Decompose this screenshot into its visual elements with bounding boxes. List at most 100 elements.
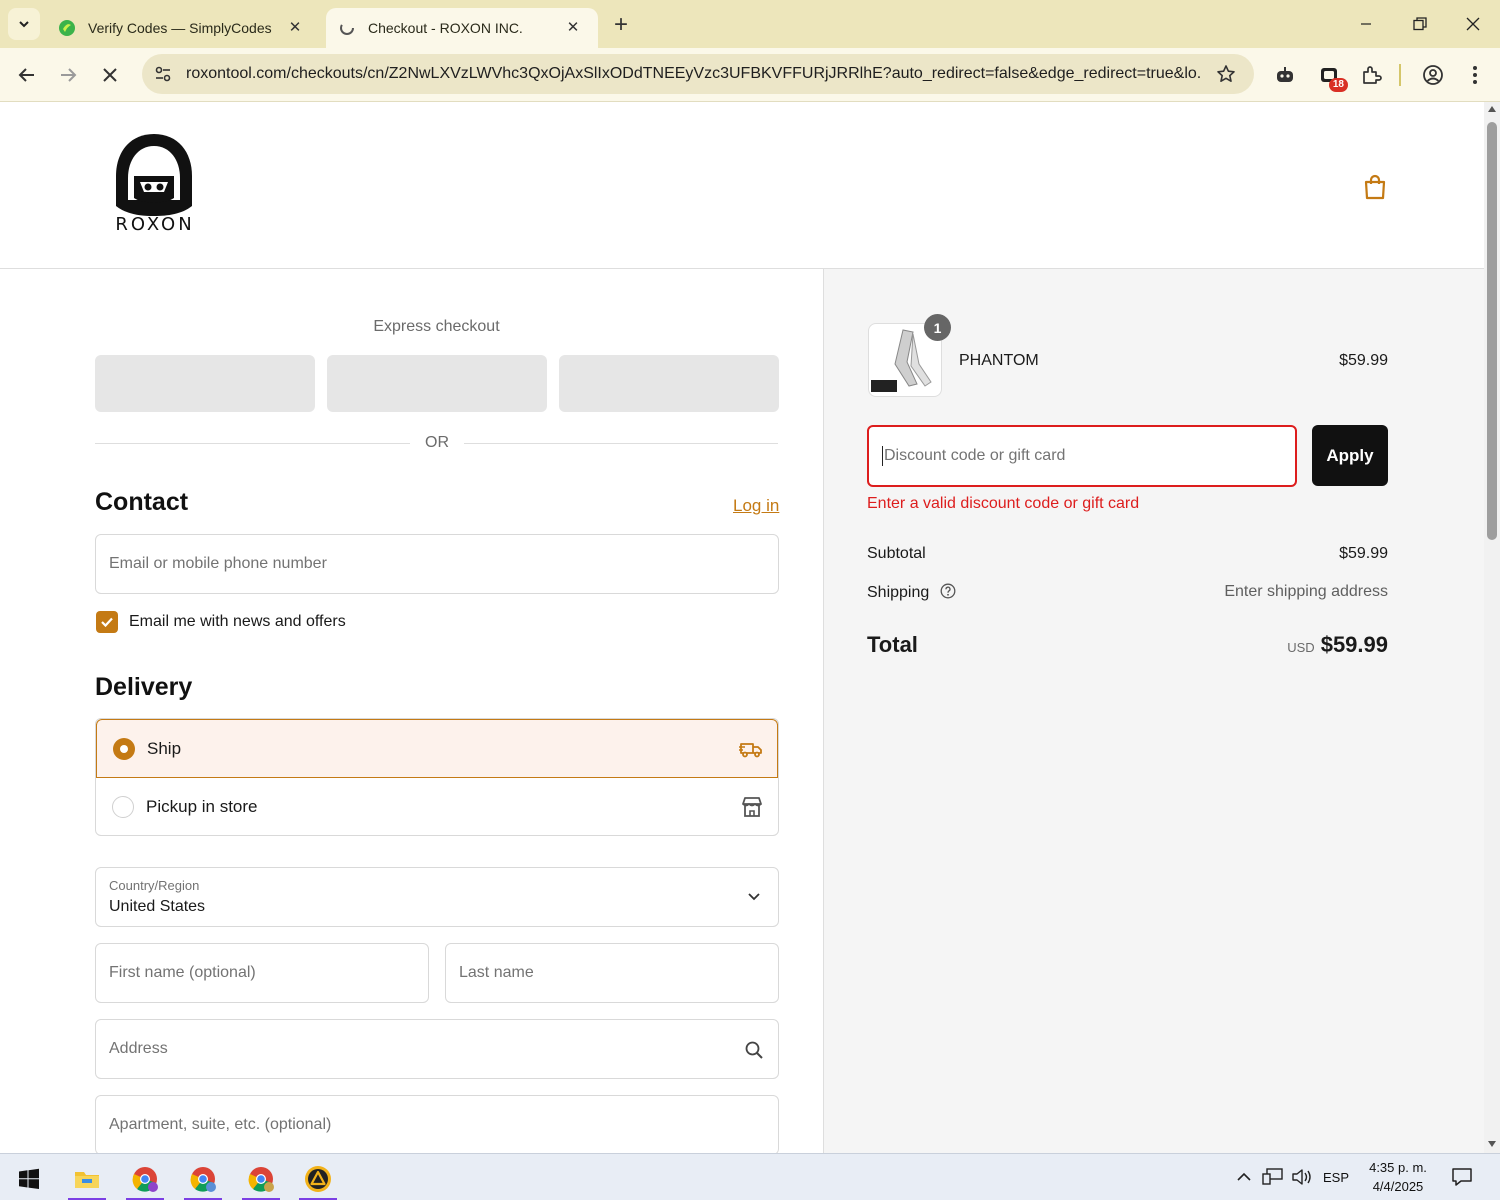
apply-discount-button[interactable]: Apply: [1312, 425, 1388, 486]
store-icon: [740, 795, 764, 819]
help-icon[interactable]: [940, 583, 956, 599]
newsletter-checkbox[interactable]: [96, 611, 118, 633]
pickup-radio[interactable]: [112, 796, 134, 818]
contact-title: Contact: [95, 488, 189, 516]
forward-icon[interactable]: [51, 58, 85, 92]
login-link[interactable]: Log in: [733, 496, 779, 516]
roxon-logo[interactable]: ROXON: [96, 130, 212, 240]
windows-start-icon[interactable]: [6, 1160, 52, 1198]
or-label: OR: [410, 434, 464, 452]
shipping-row: Shipping Enter shipping address: [867, 583, 1388, 602]
express-checkout-title: Express checkout: [373, 318, 500, 335]
ship-label: Ship: [147, 739, 182, 758]
chevron-down-icon: [19, 21, 29, 28]
delivery-method-group: Ship Pickup in store: [95, 718, 779, 836]
browser-menu-icon[interactable]: [1460, 60, 1490, 90]
truck-icon: [739, 737, 763, 761]
last-name-placeholder: Last name: [459, 964, 534, 981]
country-select[interactable]: Country/Region United States: [95, 867, 779, 927]
first-name-placeholder: First name (optional): [109, 964, 256, 981]
notifications-icon[interactable]: [1448, 1164, 1476, 1190]
bookmark-star-icon[interactable]: [1214, 62, 1238, 86]
logo-wordmark: ROXON: [115, 214, 195, 235]
subtotal-value: $59.99: [1339, 545, 1388, 562]
network-icon[interactable]: [1260, 1164, 1286, 1190]
email-field[interactable]: Email or mobile phone number: [95, 534, 779, 594]
close-tab-icon[interactable]: ✕: [562, 16, 584, 38]
restore-icon[interactable]: [1400, 8, 1440, 40]
clock-date: 4/4/2025: [1372, 1179, 1424, 1194]
order-summary-panel: [823, 269, 1484, 1153]
tab-simplycodes[interactable]: Verify Codes — SimplyCodes ✕: [48, 8, 320, 48]
chrome-profile-icon[interactable]: [180, 1160, 226, 1200]
volume-icon[interactable]: [1290, 1164, 1314, 1190]
stop-loading-icon[interactable]: [93, 58, 127, 92]
express-pay-button-1[interactable]: [95, 355, 315, 412]
scroll-down-arrow-icon[interactable]: [1488, 1141, 1496, 1147]
new-tab-icon[interactable]: +: [606, 10, 636, 40]
checkmark-icon: [101, 617, 113, 628]
total-label: Total: [867, 632, 918, 657]
delivery-option-ship[interactable]: Ship: [96, 719, 778, 778]
last-name-field[interactable]: Last name: [445, 943, 779, 1003]
extension-robot-icon[interactable]: [1270, 60, 1300, 90]
simplycodes-favicon-icon: [58, 19, 76, 37]
text-caret: [882, 446, 883, 466]
extension-badge-icon[interactable]: 18: [1314, 60, 1348, 92]
loading-favicon-icon: [338, 19, 356, 37]
language-indicator[interactable]: ESP: [1318, 1164, 1354, 1190]
chrome-profile-2-icon[interactable]: [238, 1160, 284, 1200]
shipping-label: Shipping: [867, 584, 930, 601]
store-header: ROXON: [0, 102, 1484, 269]
address-field[interactable]: Address: [95, 1019, 779, 1079]
extensions-puzzle-icon[interactable]: [1356, 60, 1386, 90]
first-name-field[interactable]: First name (optional): [95, 943, 429, 1003]
delivery-title: Delivery: [95, 673, 193, 701]
shipping-value: Enter shipping address: [1224, 583, 1388, 600]
total-currency: USD: [1287, 640, 1315, 655]
address-placeholder: Address: [109, 1040, 168, 1057]
product-name: PHANTOM: [959, 352, 1039, 369]
scroll-thumb[interactable]: [1487, 122, 1497, 540]
total-value: $59.99: [1320, 632, 1388, 657]
express-pay-button-3[interactable]: [559, 355, 779, 412]
discount-error-message: Enter a valid discount code or gift card: [867, 495, 1140, 512]
windows-taskbar: ESP 4:35 p. m. 4/4/2025: [0, 1153, 1500, 1200]
url-text: roxontool.com/checkouts/cn/Z2NwLXVzLWVhc…: [186, 65, 1202, 82]
subtotal-row: Subtotal $59.99: [867, 545, 1388, 563]
apartment-field[interactable]: Apartment, suite, etc. (optional): [95, 1095, 779, 1153]
product-price: $59.99: [1339, 352, 1388, 369]
newsletter-label: Email me with news and offers: [129, 613, 346, 630]
address-bar[interactable]: roxontool.com/checkouts/cn/Z2NwLXVzLWVhc…: [142, 54, 1254, 94]
app-triangle-icon[interactable]: [295, 1160, 341, 1200]
clock-time: 4:35 p. m.: [1369, 1160, 1427, 1175]
file-explorer-icon[interactable]: [64, 1160, 110, 1200]
express-pay-button-2[interactable]: [327, 355, 547, 412]
tab-search-button[interactable]: [8, 8, 40, 40]
search-icon: [745, 1041, 763, 1059]
checkout-page: ROXON Express checkout OR Contact Log in…: [0, 102, 1484, 1153]
system-clock[interactable]: 4:35 p. m. 4/4/2025: [1362, 1158, 1434, 1196]
country-label: Country/Region: [109, 878, 200, 893]
back-icon[interactable]: [10, 58, 44, 92]
chrome-icon[interactable]: [122, 1160, 168, 1200]
discount-code-input[interactable]: Discount code or gift card: [867, 425, 1297, 487]
toolbar-divider: [1399, 64, 1401, 86]
site-settings-icon[interactable]: [146, 57, 180, 91]
minimize-icon[interactable]: [1346, 8, 1386, 40]
delivery-option-pickup[interactable]: Pickup in store: [96, 778, 778, 835]
browser-tab-bar: Verify Codes — SimplyCodes ✕ Checkout - …: [0, 0, 1500, 48]
cart-bag-icon[interactable]: [1360, 172, 1390, 202]
tab-checkout[interactable]: Checkout - ROXON INC. ✕: [326, 8, 598, 48]
ship-radio[interactable]: [113, 738, 135, 760]
browser-toolbar: roxontool.com/checkouts/cn/Z2NwLXVzLWVhc…: [0, 48, 1500, 102]
scroll-up-arrow-icon[interactable]: [1488, 106, 1496, 112]
profile-icon[interactable]: [1418, 60, 1448, 90]
page-scrollbar[interactable]: [1484, 102, 1500, 1153]
subtotal-label: Subtotal: [867, 545, 926, 562]
close-window-icon[interactable]: [1453, 8, 1493, 40]
chevron-down-icon: [748, 893, 760, 901]
close-tab-icon[interactable]: ✕: [284, 16, 306, 38]
tray-chevron-up-icon[interactable]: [1233, 1164, 1255, 1190]
apartment-placeholder: Apartment, suite, etc. (optional): [109, 1116, 332, 1133]
